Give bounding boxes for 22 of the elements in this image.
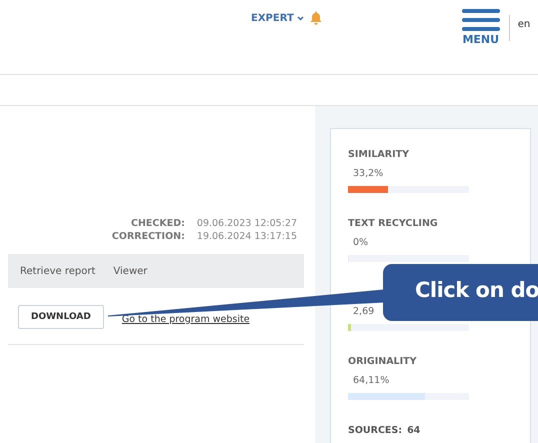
report-menu-item[interactable]: Retrieve report (20, 266, 96, 276)
date-value: 19.06.2024 13:17:15 (196, 231, 297, 242)
metric-value: 33,2% (353, 168, 384, 179)
menu-icon[interactable] (462, 9, 500, 31)
metric-value: 0% (353, 237, 368, 248)
account-menu[interactable]: EXPERT (251, 12, 294, 24)
language-selector[interactable]: en (518, 19, 530, 30)
date-label: CHECKED: (130, 218, 185, 229)
menu-label[interactable]: MENU (462, 33, 500, 46)
metric-label: SIMILARITY (348, 149, 410, 160)
sources-count: 64 (407, 425, 420, 436)
report-menu-item[interactable]: Viewer (113, 266, 148, 276)
metric-label: TEXT RECYCLING (348, 218, 439, 229)
download-button[interactable]: DOWNLOAD (18, 305, 104, 329)
sources-label: SOURCES: (348, 425, 402, 436)
callout-text: Click on do (415, 278, 538, 302)
metric-value: 64,11% (353, 375, 390, 386)
chevron-icon (296, 16, 304, 20)
metric-value: 2,69 (353, 306, 374, 317)
date-value: 09.06.2023 12:05:27 (196, 218, 297, 229)
metric-label: ORIGINALITY (348, 356, 418, 367)
date-label: CORRECTION: (112, 231, 185, 242)
